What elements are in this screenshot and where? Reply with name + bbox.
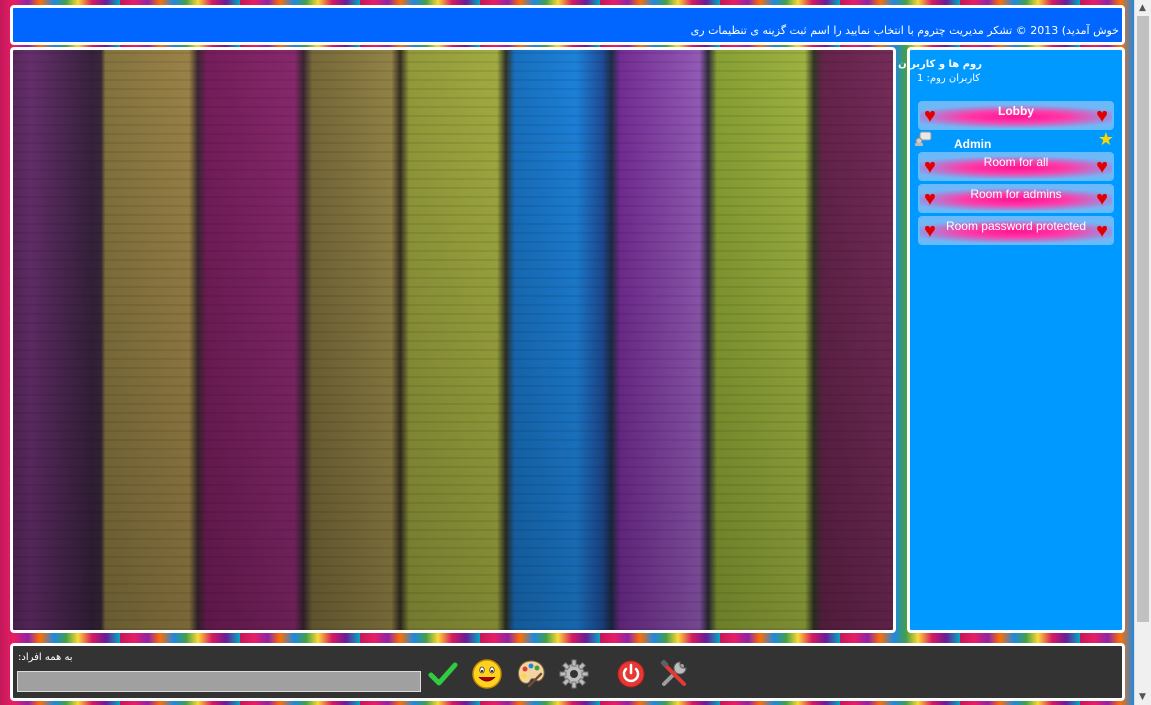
settings-button[interactable] [556,656,592,692]
header-welcome-text: خوش آمدید) 2013 © تشکر مدیریت چتروم با ا… [690,24,1119,37]
scroll-down-arrow-icon[interactable]: ▼ [1139,692,1146,702]
heart-icon: ♥ [1096,156,1108,178]
scrollbar-thumb[interactable] [1137,16,1149,622]
header-bar: خوش آمدید) 2013 © تشکر مدیریت چتروم با ا… [10,5,1125,45]
gear-icon [559,659,589,689]
power-icon [617,660,645,688]
page-scrollbar[interactable]: ▲ ▼ [1134,0,1151,705]
admin-star-icon: ★ [1097,129,1114,150]
room-button-room-for-admins[interactable]: ♥ Room for admins ♥ [918,184,1114,213]
heart-icon: ♥ [1096,220,1108,242]
color-picker-button[interactable] [513,656,549,692]
send-icon [428,662,458,686]
chat-background-texture [13,50,893,630]
user-name: Admin [954,137,992,151]
room-button-lobby[interactable]: ♥ Lobby ♥ [918,101,1114,130]
heart-icon: ♥ [1096,105,1108,127]
scroll-up-arrow-icon[interactable]: ▲ [1139,3,1146,13]
room-label: Room for admins [970,187,1062,201]
rooms-users-sidebar: روم ها و کاربران کاربران روم: 1 ♥ Lobby … [898,47,1125,633]
chat-message-area[interactable] [10,47,896,633]
send-button[interactable] [425,656,461,692]
palette-icon [518,660,545,688]
admin-tools-button[interactable] [656,656,692,692]
sidebar-title: روم ها و کاربران [898,59,982,70]
room-button-room-for-all[interactable]: ♥ Room for all ♥ [918,152,1114,181]
user-list-item[interactable]: Admin ★ [914,131,1120,151]
emoticons-button[interactable] [469,656,505,692]
room-label: Lobby [998,104,1034,118]
room-label: Room for all [983,155,1049,169]
room-user-count: کاربران روم: 1 [916,73,980,84]
message-input[interactable] [17,671,421,692]
heart-icon: ♥ [1096,188,1108,210]
tools-icon [660,659,687,686]
room-label: Room password protected [945,219,1087,233]
recipient-label: به همه افراد: [18,652,73,663]
user-icon [915,131,932,146]
smiley-icon [472,659,502,689]
message-footer: به همه افراد: [10,643,1125,701]
room-button-room-password-protected[interactable]: ♥ Room password protected ♥ [918,216,1114,245]
logout-button[interactable] [613,656,649,692]
